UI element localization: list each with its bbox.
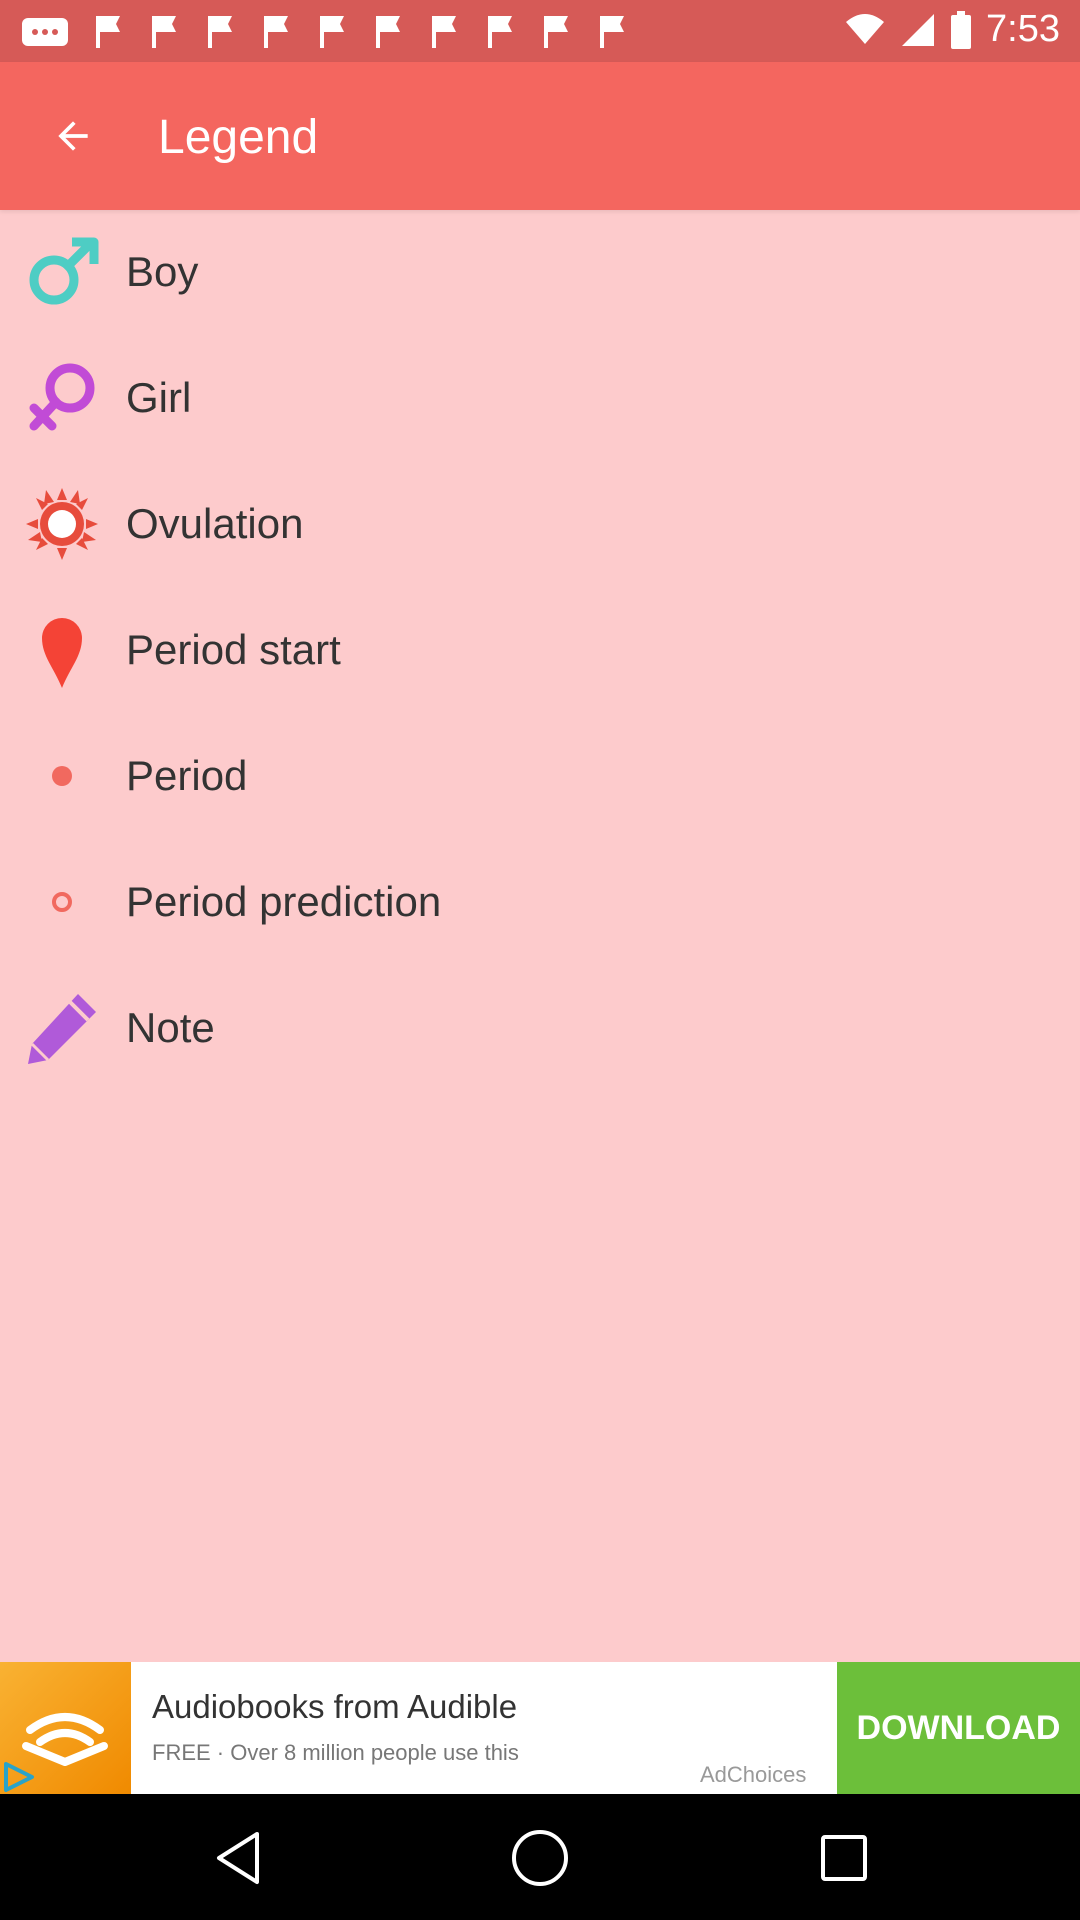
flag-icon bbox=[376, 16, 400, 48]
ad-play-icon bbox=[2, 1762, 36, 1797]
flag-icon bbox=[264, 16, 288, 48]
male-symbol-icon bbox=[24, 234, 100, 310]
page-title: Legend bbox=[158, 111, 319, 164]
more-notifications-icon bbox=[22, 18, 68, 46]
legend-item-period-prediction: Period prediction bbox=[0, 840, 1080, 966]
app-bar: Legend bbox=[0, 62, 1080, 210]
legend-label: Period start bbox=[126, 626, 341, 673]
sun-icon bbox=[24, 486, 100, 562]
flag-icon bbox=[544, 16, 568, 48]
navigation-bar bbox=[0, 1794, 1080, 1920]
ad-subtitle: FREE · Over 8 million people use this bbox=[152, 1740, 519, 1765]
legend-label: Period bbox=[126, 752, 248, 799]
legend-item-period: Period bbox=[0, 714, 1080, 840]
back-button[interactable] bbox=[38, 106, 108, 166]
nav-back-button[interactable] bbox=[202, 1822, 274, 1894]
triangle-back-icon bbox=[217, 1832, 259, 1884]
flag-icon bbox=[432, 16, 456, 48]
ad-choices-link[interactable]: AdChoices bbox=[700, 1762, 806, 1788]
signal-icon bbox=[902, 13, 935, 46]
legend-item-period-start: Period start bbox=[0, 588, 1080, 714]
female-symbol-icon bbox=[24, 360, 100, 436]
ring-icon bbox=[24, 864, 100, 940]
legend-item-note: Note bbox=[0, 966, 1080, 1092]
flag-icon bbox=[208, 16, 232, 48]
legend-item-girl: Girl bbox=[0, 336, 1080, 462]
ad-banner[interactable]: Audiobooks from Audible FREE · Over 8 mi… bbox=[0, 1662, 1080, 1794]
drop-pin-icon bbox=[24, 612, 100, 688]
flag-icon bbox=[96, 16, 120, 48]
legend-list: Boy Girl Ovulation Period start Period P… bbox=[0, 210, 1080, 1092]
system-status: 7:53 bbox=[844, 8, 1060, 51]
download-button[interactable]: DOWNLOAD bbox=[837, 1662, 1080, 1794]
flag-icon bbox=[600, 16, 624, 48]
arrow-back-icon bbox=[58, 121, 88, 151]
pencil-icon bbox=[24, 990, 100, 1066]
nav-recents-button[interactable] bbox=[808, 1822, 880, 1894]
square-recents-icon bbox=[821, 1835, 867, 1881]
legend-label: Period prediction bbox=[126, 878, 442, 925]
legend-item-boy: Boy bbox=[0, 210, 1080, 336]
battery-icon bbox=[951, 10, 972, 49]
dot-icon bbox=[24, 738, 100, 814]
legend-label: Boy bbox=[126, 248, 199, 295]
nav-home-button[interactable] bbox=[504, 1822, 576, 1894]
wifi-icon bbox=[846, 13, 885, 44]
legend-label: Ovulation bbox=[126, 500, 304, 547]
legend-label: Note bbox=[126, 1004, 215, 1051]
status-bar: 7:53 bbox=[0, 0, 1080, 62]
flag-icon bbox=[152, 16, 176, 48]
flag-icon bbox=[488, 16, 512, 48]
legend-item-ovulation: Ovulation bbox=[0, 462, 1080, 588]
flag-icon bbox=[320, 16, 344, 48]
circle-home-icon bbox=[512, 1830, 568, 1886]
legend-label: Girl bbox=[126, 374, 192, 421]
notification-icons bbox=[20, 12, 630, 52]
clock: 7:53 bbox=[986, 8, 1060, 50]
ad-title: Audiobooks from Audible bbox=[152, 1688, 518, 1725]
